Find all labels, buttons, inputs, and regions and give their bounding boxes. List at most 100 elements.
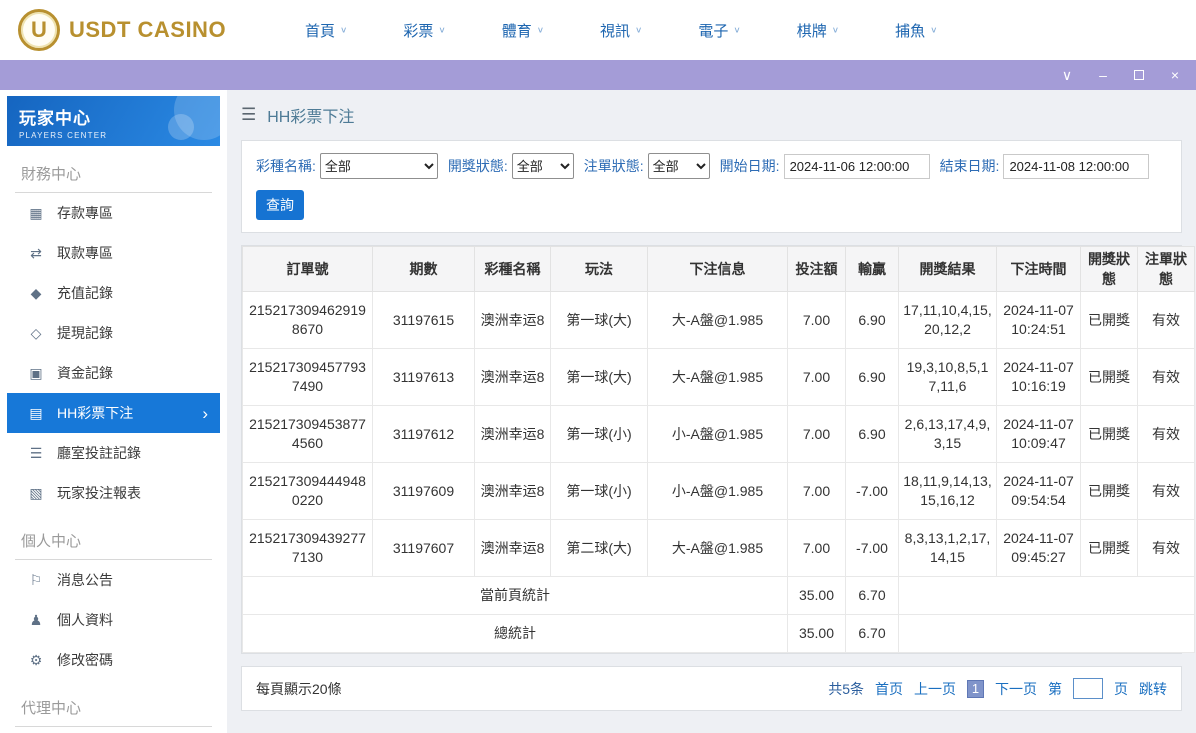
sidebar-item-hh-lottery-bet[interactable]: ▤ HH彩票下注 › xyxy=(7,393,220,433)
end-date-input[interactable] xyxy=(1003,153,1150,179)
section-header-agent-center: 代理中心 xyxy=(15,680,212,727)
nav-item-label: 捕魚 xyxy=(895,22,926,40)
page-size-text: 每頁顯示20條 xyxy=(256,680,342,697)
section-header-finance-center: 財務中心 xyxy=(15,146,212,193)
sidebar-item-label: 存款專區 xyxy=(57,205,113,221)
order-status-select[interactable]: 全部 xyxy=(647,153,710,179)
sidebar-item-withdraw-zone[interactable]: ⇄ 取款專區 xyxy=(7,233,220,273)
cell-period: 31197615 xyxy=(372,291,475,349)
cell-bet-amount: 7.00 xyxy=(787,519,846,577)
nav-item-fishing[interactable]: 捕魚 ∨ xyxy=(895,20,937,41)
search-button[interactable]: 查詢 xyxy=(256,190,304,220)
recharge-record-icon: ◆ xyxy=(30,284,42,301)
table-row: 2152173094629198670 31197615 澳洲幸运8 第一球(大) 大-… xyxy=(242,291,1195,349)
total-count: 共5条 xyxy=(828,680,864,697)
sidebar-item-deposit-zone[interactable]: ▦ 存款專區 xyxy=(7,193,220,233)
nav-item-label: 首頁 xyxy=(305,22,336,40)
window-chevron-down-icon[interactable]: ∨ xyxy=(1060,68,1074,82)
funds-record-icon: ▣ xyxy=(29,364,43,381)
next-page-link[interactable]: 下一页 xyxy=(995,679,1037,699)
nav-item-sports[interactable]: 體育 ∨ xyxy=(502,20,544,41)
window-close-button[interactable]: × xyxy=(1168,68,1182,82)
cell-draw-status: 已開獎 xyxy=(1080,519,1138,577)
cell-lottery-name: 澳洲幸运8 xyxy=(474,519,551,577)
jump-suffix: 页 xyxy=(1114,680,1128,697)
summary-bet-amount: 35.00 xyxy=(787,614,846,653)
gear-icon: ⚙ xyxy=(29,651,43,668)
summary-row-current-page-total: 當前頁統計 35.00 6.70 xyxy=(242,576,1195,615)
summary-label: 總統計 xyxy=(242,614,788,653)
start-date-label: 開始日期: xyxy=(719,158,780,174)
cell-play-type: 第一球(大) xyxy=(550,291,648,349)
sidebar-item-recharge-record[interactable]: ◆ 充值記錄 xyxy=(7,273,220,313)
nav-item-electronic[interactable]: 電子 ∨ xyxy=(698,20,740,41)
lottery-name-select[interactable]: 全部 xyxy=(319,153,438,179)
cell-draw-result: 8,3,13,1,2,17,14,15 xyxy=(898,519,997,577)
cell-bet-time: 2024-11-07 10:09:47 xyxy=(996,405,1081,463)
first-page-link[interactable]: 首页 xyxy=(875,679,903,699)
draw-status-select[interactable]: 全部 xyxy=(511,153,574,179)
sidebar: 玩家中心 PLAYERS CENTER 財務中心 ▦ 存款專區 ⇄ 取款專區 ◆ 充值記錄 ◇… xyxy=(0,90,227,733)
sidebar-item-label: 玩家投注報表 xyxy=(57,485,141,501)
cell-draw-status: 已開獎 xyxy=(1080,348,1138,406)
cell-draw-result: 18,11,9,14,13,15,16,12 xyxy=(898,462,997,520)
cell-period: 31197613 xyxy=(372,348,475,406)
start-date-input[interactable] xyxy=(783,153,930,179)
sidebar-item-announcements[interactable]: ⚐ 消息公告 xyxy=(7,560,220,600)
menu-icon[interactable]: ☰ xyxy=(241,105,256,125)
sidebar-item-player-bet-report[interactable]: ▧ 玩家投注報表 xyxy=(7,473,220,513)
column-header-order-status: 注單狀態 xyxy=(1137,246,1195,292)
cell-bet-info: 大-A盤@1.985 xyxy=(647,519,788,577)
sidebar-item-label: 資金記錄 xyxy=(57,365,113,381)
order-status-label: 注單狀態: xyxy=(583,158,644,174)
cell-win-loss: -7.00 xyxy=(845,462,899,520)
cell-lottery-name: 澳洲幸运8 xyxy=(474,348,551,406)
chevron-down-icon: ∨ xyxy=(635,25,643,35)
column-header-win-loss: 輸贏 xyxy=(845,246,899,292)
nav-item-live-video[interactable]: 視訊 ∨ xyxy=(600,20,642,41)
nav-item-board-games[interactable]: 棋牌 ∨ xyxy=(797,20,839,41)
cell-order-no: 2152173094629198670 xyxy=(242,291,373,349)
sidebar-item-room-bet-record[interactable]: ☰ 廳室投註記錄 xyxy=(7,433,220,473)
nav-item-label: 彩票 xyxy=(403,22,434,40)
bet-table-card: 訂單號 期數 彩種名稱 玩法 下注信息 投注額 輸贏 開獎結果 下注時間 開獎狀態 注單狀態 215… xyxy=(241,245,1195,654)
draw-status-label: 開獎狀態: xyxy=(447,158,508,174)
cell-period: 31197612 xyxy=(372,405,475,463)
chevron-down-icon: ∨ xyxy=(438,25,446,35)
column-header-bet-info: 下注信息 xyxy=(647,246,788,292)
cell-order-status: 有效 xyxy=(1137,291,1195,349)
table-row: 2152173094538774560 31197612 澳洲幸运8 第一球(小) 小-… xyxy=(242,405,1195,463)
cell-bet-time: 2024-11-07 10:24:51 xyxy=(996,291,1081,349)
nav-item-home[interactable]: 首頁 ∨ xyxy=(305,20,347,41)
brand[interactable]: U USDT CASINO xyxy=(18,9,273,51)
prev-page-link[interactable]: 上一页 xyxy=(914,679,956,699)
summary-empty xyxy=(898,576,1195,615)
current-page[interactable]: 1 xyxy=(967,679,984,698)
cell-lottery-name: 澳洲幸运8 xyxy=(474,405,551,463)
sidebar-item-label: 個人資料 xyxy=(57,612,113,628)
sidebar-item-label: 修改密碼 xyxy=(57,652,113,668)
cell-play-type: 第一球(小) xyxy=(550,405,648,463)
sidebar-item-profile[interactable]: ♟ 個人資料 xyxy=(7,600,220,640)
sidebar-item-label: 取款專區 xyxy=(57,245,113,261)
end-date-label: 結束日期: xyxy=(939,158,1000,174)
jump-button[interactable]: 跳转 xyxy=(1139,679,1167,699)
nav-item-label: 棋牌 xyxy=(796,22,827,40)
cell-win-loss: 6.90 xyxy=(845,348,899,406)
column-header-play-type: 玩法 xyxy=(550,246,648,292)
cell-draw-result: 17,11,10,4,15,20,12,2 xyxy=(898,291,997,349)
sidebar-item-withdrawal-record[interactable]: ◇ 提現記錄 xyxy=(7,313,220,353)
column-header-period: 期數 xyxy=(372,246,475,292)
table-row: 2152173094577937490 31197613 澳洲幸运8 第一球(大) 大-… xyxy=(242,348,1195,406)
cell-win-loss: 6.90 xyxy=(845,405,899,463)
window-maximize-button[interactable] xyxy=(1132,68,1146,82)
column-header-draw-status: 開獎狀態 xyxy=(1080,246,1138,292)
window-minimize-button[interactable]: – xyxy=(1096,68,1110,82)
sidebar-item-label: 提現記錄 xyxy=(57,325,113,341)
sidebar-item-funds-record[interactable]: ▣ 資金記錄 xyxy=(7,353,220,393)
page-jump-input[interactable] xyxy=(1073,678,1103,699)
sidebar-item-change-password[interactable]: ⚙ 修改密碼 xyxy=(7,640,220,680)
brand-logo-icon: U xyxy=(18,9,60,51)
cell-bet-info: 小-A盤@1.985 xyxy=(647,405,788,463)
nav-item-lottery[interactable]: 彩票 ∨ xyxy=(403,20,445,41)
